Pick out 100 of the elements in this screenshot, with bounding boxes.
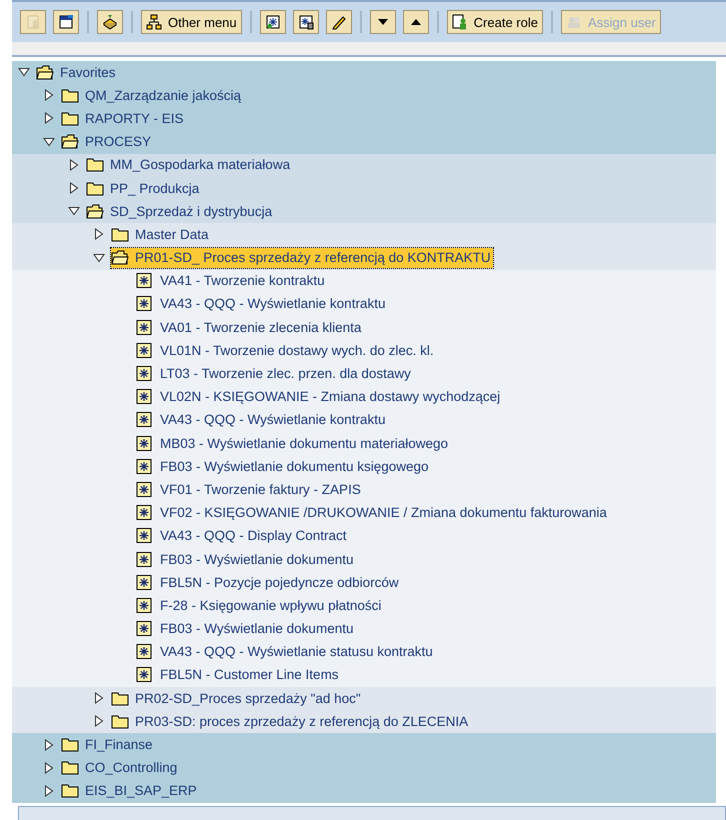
tree-row[interactable]: Master Data bbox=[12, 223, 716, 246]
expand-icon[interactable] bbox=[43, 762, 55, 774]
tree-row[interactable]: VA01 - Tworzenie zlecenia klienta bbox=[12, 316, 716, 340]
tree-row[interactable]: VL02N - KSIĘGOWANIE - Zmiana dostawy wychodzącej bbox=[12, 386, 716, 409]
tree-row[interactable]: LT03 - Tworzenie zlec. przen. dla dostawy bbox=[12, 362, 716, 386]
folder-icon bbox=[111, 226, 129, 242]
transaction-icon bbox=[136, 412, 154, 428]
folder-icon bbox=[61, 760, 79, 776]
tree-row[interactable]: PR01-SD_ Proces sprzedaży z referencją do KONTRAKTU bbox=[12, 246, 716, 270]
tree-row[interactable]: SD_Sprzedaż i dystrybucja bbox=[12, 200, 716, 224]
transaction-icon bbox=[136, 342, 154, 358]
transaction-icon bbox=[136, 644, 154, 660]
tree-row[interactable]: PR03-SD: proces zprzedaży z referencją do ZLECENIA bbox=[12, 710, 716, 734]
collapse-icon[interactable] bbox=[93, 252, 105, 264]
expand-icon[interactable] bbox=[93, 715, 105, 728]
tree-row[interactable]: VF02 - KSIĘGOWANIE /DRUKOWANIE / Zmiana dokumentu fakturowania bbox=[12, 502, 716, 525]
folder-icon bbox=[61, 783, 79, 798]
transaction-icon bbox=[136, 458, 154, 474]
window-button[interactable] bbox=[53, 10, 79, 34]
tree-item-label: LT03 - Tworzenie zlec. przen. dla dostawy bbox=[160, 366, 411, 382]
add-icon bbox=[264, 14, 281, 30]
expand-icon[interactable] bbox=[43, 784, 55, 797]
tree-item-label: FBL5N - Pozycje pojedyncze odbiorców bbox=[160, 574, 399, 590]
expand-icon[interactable] bbox=[68, 182, 80, 194]
collapse-icon[interactable] bbox=[68, 205, 80, 218]
transaction-icon bbox=[136, 574, 154, 590]
tree-item-label: PR03-SD: proces zprzedaży z referencją do ZLECENIA bbox=[135, 714, 468, 729]
tree-row[interactable]: PR02-SD_Proces sprzedaży "ad hoc" bbox=[12, 687, 716, 710]
transaction-icon bbox=[136, 505, 154, 520]
expand-icon[interactable] bbox=[68, 158, 80, 171]
expand-icon[interactable] bbox=[93, 228, 105, 240]
toolbar-button[interactable]: Create role bbox=[446, 10, 543, 34]
person-icon bbox=[25, 14, 41, 30]
caret-up-button[interactable] bbox=[402, 10, 429, 34]
transaction-icon bbox=[136, 667, 154, 682]
tree-item-label: VF01 - Tworzenie faktury - ZAPIS bbox=[160, 482, 361, 497]
transaction-icon bbox=[136, 436, 154, 451]
folder-icon bbox=[111, 690, 129, 706]
tree-row[interactable]: VL01N - Tworzenie dostawy wych. do zlec. kl. bbox=[12, 339, 716, 362]
tree-item-label: CO_Controlling bbox=[85, 760, 178, 776]
transaction-icon bbox=[136, 598, 154, 613]
tree-item-label: MB03 - Wyświetlanie dokumentu materiałowego bbox=[160, 436, 448, 451]
tree-row[interactable]: VA43 - QQQ - Display Contract bbox=[12, 524, 716, 548]
tree-row[interactable]: RAPORTY - EIS bbox=[12, 107, 716, 131]
tree-item-label: F-28 - Księgowanie wpływu płatności bbox=[160, 598, 382, 613]
transaction-icon bbox=[136, 273, 154, 288]
expand-icon[interactable] bbox=[43, 112, 55, 124]
tree-row[interactable]: Favorites bbox=[12, 61, 716, 84]
tree-row[interactable]: F-28 - Księgowanie wpływu płatności bbox=[12, 594, 716, 618]
open-folder-icon bbox=[36, 64, 54, 80]
transaction-icon bbox=[136, 320, 154, 335]
tree-row[interactable]: EIS_BI_SAP_ERP bbox=[12, 780, 716, 803]
caret-down-button[interactable] bbox=[370, 10, 396, 34]
transaction-icon bbox=[136, 366, 154, 382]
add-button[interactable] bbox=[260, 10, 286, 34]
transaction-icon bbox=[136, 621, 154, 636]
folder-icon bbox=[111, 714, 129, 729]
tree-row[interactable]: MB03 - Wyświetlanie dokumentu materiałowego bbox=[12, 432, 716, 456]
tree-item-label: VA43 - QQQ - Wyświetlanie kontraktu bbox=[160, 296, 386, 312]
expand-icon[interactable] bbox=[43, 89, 55, 102]
tree-row[interactable]: VA43 - QQQ - Wyświetlanie kontraktu bbox=[12, 292, 716, 316]
delete-button[interactable] bbox=[292, 10, 319, 34]
tree-row[interactable]: VF01 - Tworzenie faktury - ZAPIS bbox=[12, 478, 716, 502]
toolbar-button[interactable]: Other menu bbox=[141, 10, 242, 34]
window-icon bbox=[58, 14, 74, 30]
tree-row[interactable]: FI_Finanse bbox=[12, 733, 716, 757]
tree-row[interactable]: FB03 - Wyświetlanie dokumentu księgowego bbox=[12, 455, 716, 478]
tree-item-label: QM_Zarządzanie jakością bbox=[85, 88, 242, 103]
open-folder-icon bbox=[111, 250, 129, 266]
tree-item-label: VF02 - KSIĘGOWANIE /DRUKOWANIE / Zmiana dokumentu fakturowania bbox=[160, 505, 607, 520]
tree-row[interactable]: VA43 - QQQ - Wyświetlanie statusu kontraktu bbox=[12, 640, 716, 664]
tree-row[interactable]: PP_ Produkcja bbox=[12, 176, 716, 200]
collapse-icon[interactable] bbox=[18, 66, 30, 78]
tree-item-label: VA41 - Tworzenie kontraktu bbox=[160, 273, 325, 288]
tree-row[interactable]: VA41 - Tworzenie kontraktu bbox=[12, 270, 716, 293]
tree-item-label: SD_Sprzedaż i dystrybucja bbox=[110, 204, 272, 219]
pencil-button[interactable] bbox=[326, 10, 352, 34]
tree-item-label: MM_Gospodarka materiałowa bbox=[110, 157, 290, 172]
tree-item-label: FB03 - Wyświetlanie dokumentu bbox=[160, 621, 354, 636]
expand-icon[interactable] bbox=[93, 692, 105, 704]
open-folder-icon bbox=[86, 204, 104, 219]
tree-item-label: FI_Finanse bbox=[85, 737, 153, 752]
collapse-icon[interactable] bbox=[43, 136, 55, 148]
tree-row[interactable]: MM_Gospodarka materiałowa bbox=[12, 154, 716, 177]
delete-icon bbox=[298, 14, 314, 30]
people-icon bbox=[566, 14, 582, 30]
tree-row[interactable]: FB03 - Wyświetlanie dokumentu bbox=[12, 548, 716, 572]
tree-row[interactable]: FBL5N - Customer Line Items bbox=[12, 664, 716, 688]
tree-row[interactable]: QM_Zarządzanie jakością bbox=[12, 84, 716, 108]
tree-item-label: EIS_BI_SAP_ERP bbox=[85, 783, 197, 798]
folder-icon bbox=[86, 180, 104, 196]
tree-row[interactable]: PROCESY bbox=[12, 130, 716, 154]
expand-icon[interactable] bbox=[43, 738, 55, 751]
tree-row[interactable]: FB03 - Wyświetlanie dokumentu bbox=[12, 618, 716, 641]
tree-row[interactable]: CO_Controlling bbox=[12, 756, 716, 780]
tree-item-label: RAPORTY - EIS bbox=[85, 110, 184, 126]
open-folder-icon bbox=[61, 134, 79, 150]
tree-row[interactable]: FBL5N - Pozycje pojedyncze odbiorców bbox=[12, 571, 716, 594]
tree-row[interactable]: VA43 - QQQ - Wyświetlanie kontraktu bbox=[12, 408, 716, 432]
transaction-icon bbox=[136, 482, 154, 497]
